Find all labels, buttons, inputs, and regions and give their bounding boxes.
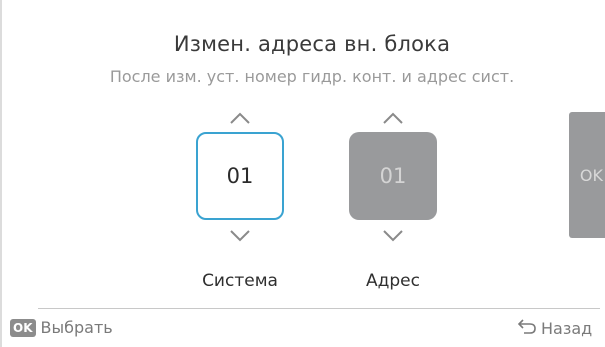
page-subtitle: После изм. уст. номер гидр. конт. и адре… [109, 67, 515, 86]
chevron-up-icon[interactable] [379, 108, 407, 128]
footer-divider [38, 308, 600, 309]
system-value-box[interactable]: 01 [196, 132, 284, 220]
select-label: Выбрать [40, 318, 113, 337]
ok-button[interactable]: OK [569, 112, 605, 238]
back-label: Назад [541, 318, 593, 338]
system-label: Система [202, 271, 278, 291]
chevron-down-icon[interactable] [379, 226, 407, 246]
ok-key-badge: OK [10, 318, 36, 337]
chevron-up-icon[interactable] [226, 108, 254, 128]
footer-back-hint[interactable]: Назад [516, 318, 592, 338]
page-title: Измен. адреса вн. блока [173, 32, 451, 56]
address-label: Адрес [366, 271, 420, 291]
screen: Измен. адреса вн. блока После изм. уст. … [0, 0, 605, 347]
address-value-box[interactable]: 01 [349, 132, 437, 220]
chevron-down-icon[interactable] [226, 226, 254, 246]
footer-select-hint[interactable]: OK Выбрать [10, 318, 113, 337]
back-arrow-icon [516, 318, 538, 338]
